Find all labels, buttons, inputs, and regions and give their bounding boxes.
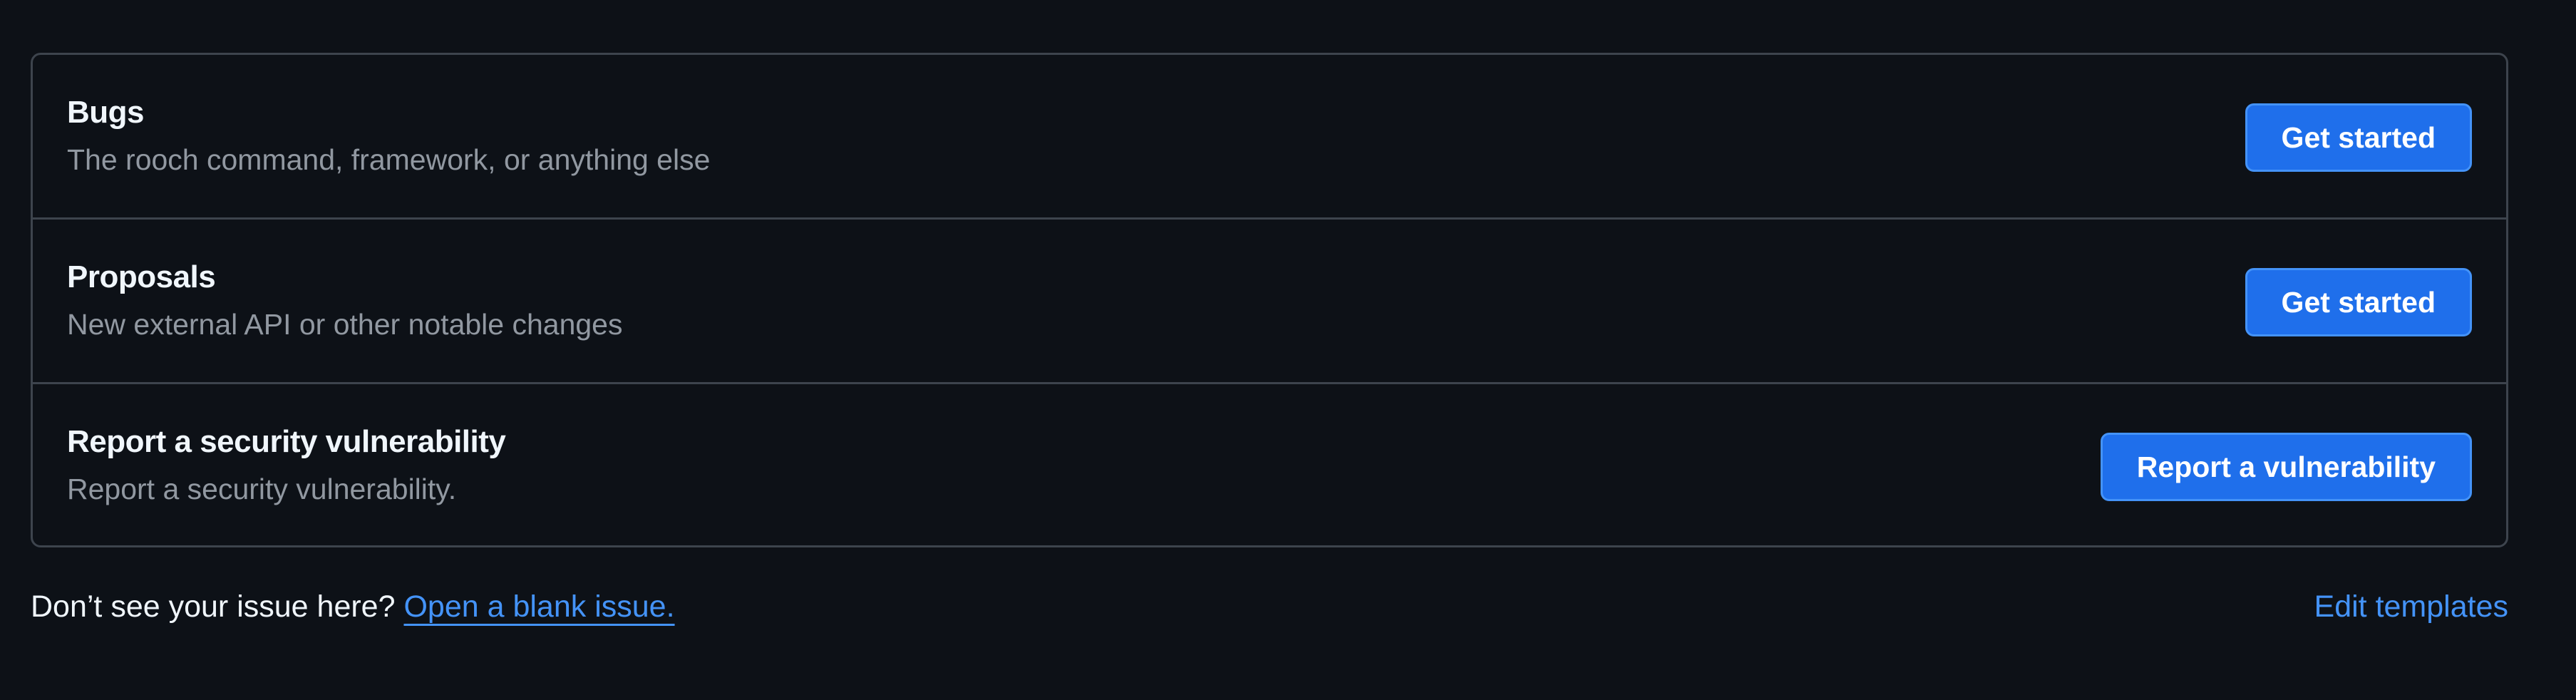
template-text: Proposals New external API or other nota… [67, 259, 622, 343]
report-vulnerability-button[interactable]: Report a vulnerability [2100, 433, 2472, 501]
proposals-get-started-button[interactable]: Get started [2245, 268, 2472, 336]
open-blank-issue-link[interactable]: Open a blank issue. [403, 590, 674, 624]
template-row-security-vulnerability: Report a security vulnerability Report a… [33, 384, 2506, 545]
template-description: The rooch command, framework, or anythin… [67, 143, 711, 176]
footer-prompt-line: Don’t see your issue here? Open a blank … [31, 590, 675, 624]
template-row-bugs: Bugs The rooch command, framework, or an… [33, 55, 2506, 220]
template-row-proposals: Proposals New external API or other nota… [33, 220, 2506, 384]
template-title: Proposals [67, 259, 216, 294]
template-text: Report a security vulnerability Report a… [67, 423, 506, 508]
issue-templates-list: Bugs The rooch command, framework, or an… [31, 53, 2508, 547]
templates-footer: Don’t see your issue here? Open a blank … [31, 582, 2508, 632]
edit-templates-link[interactable]: Edit templates [2314, 590, 2508, 624]
bugs-get-started-button[interactable]: Get started [2245, 103, 2472, 172]
template-title: Bugs [67, 95, 145, 130]
template-description: New external API or other notable change… [67, 308, 623, 341]
template-title: Report a security vulnerability [67, 424, 506, 459]
footer-prompt-text: Don’t see your issue here? [31, 589, 396, 624]
template-text: Bugs The rooch command, framework, or an… [67, 94, 710, 178]
template-description: Report a security vulnerability. [67, 473, 457, 505]
